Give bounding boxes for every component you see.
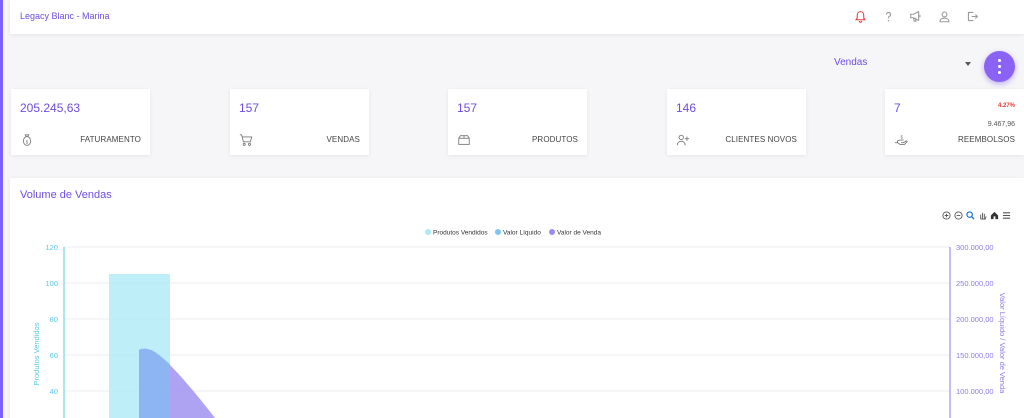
- y-left-tick-label: 100: [45, 279, 58, 288]
- legend-marker: [549, 229, 555, 235]
- refund-icon: $: [894, 133, 908, 147]
- stat-value: 157: [239, 101, 260, 115]
- help-icon[interactable]: [880, 8, 896, 24]
- y-left-tick-label: 60: [50, 351, 58, 360]
- y-right-axis-title: Valor Líquido / Valor de Venda: [998, 293, 1007, 394]
- legend-entry: Valor Líquido: [503, 230, 541, 237]
- top-icons: [852, 8, 980, 24]
- stat-card-faturamento: 205.245,63 $ FATURAMENTO: [11, 89, 150, 155]
- megaphone-icon[interactable]: [908, 8, 924, 24]
- sales-volume-chart: Produtos Vendidos Valor Líquido Valor de V…: [32, 229, 1007, 418]
- y-left-tick-label: 120: [45, 243, 58, 252]
- stat-value: 205.245,63: [20, 101, 81, 115]
- stat-card-produtos: 157 PRODUTOS: [448, 89, 587, 155]
- app-title: Legacy Blanc - Marina: [20, 11, 110, 21]
- stat-label: CLIENTES NOVOS: [725, 135, 797, 144]
- svg-text:$: $: [901, 134, 904, 139]
- y-left-tick-label: 80: [50, 315, 58, 324]
- y-right-tick-label: 300.000,00: [956, 243, 994, 252]
- logout-icon[interactable]: [964, 8, 980, 24]
- sales-volume-panel: Volume de Vendas Produtos Vendidos Valor …: [10, 178, 1024, 418]
- legend-entry: Valor de Venda: [557, 230, 601, 237]
- stat-label: REEMBOLSOS: [957, 135, 1015, 144]
- y-left-tick-label: 40: [50, 387, 58, 396]
- stat-value: 146: [676, 101, 697, 115]
- stat-card-reembolsos: 7 4.27% 9.467,96 $ REEMBOLSOS: [885, 89, 1024, 155]
- y-right-tick-label: 100.000,00: [956, 387, 994, 396]
- y-right-tick-label: 250.000,00: [956, 279, 994, 288]
- legend-marker: [425, 229, 431, 235]
- top-bar: Legacy Blanc - Marina: [10, 0, 1024, 34]
- y-right-tick-label: 150.000,00: [956, 351, 994, 360]
- svg-text:$: $: [26, 140, 29, 145]
- stat-percent-badge: 4.27%: [997, 103, 1015, 109]
- stat-value: 157: [457, 101, 478, 115]
- more-actions-button[interactable]: [984, 51, 1015, 82]
- period-filter-select[interactable]: Vendas: [834, 57, 974, 73]
- stat-label: PRODUTOS: [532, 135, 578, 144]
- y-left-axis-title: Produtos Vendidos: [32, 322, 41, 385]
- stat-value: 7: [894, 101, 901, 115]
- user-plus-icon: [676, 133, 690, 147]
- stat-card-clientes-novos: 146 CLIENTES NOVOS: [667, 89, 806, 155]
- left-accent-bar: [0, 0, 3, 418]
- bell-icon[interactable]: [852, 8, 868, 24]
- y-right-tick-label: 200.000,00: [956, 315, 994, 324]
- stat-card-vendas: 157 VENDAS: [230, 89, 369, 155]
- legend-marker: [495, 229, 501, 235]
- chevron-down-icon: [965, 62, 971, 66]
- money-bag-icon: $: [20, 133, 34, 147]
- cart-icon: [239, 133, 253, 147]
- more-vertical-icon: [998, 59, 1001, 74]
- filter-selected-value: Vendas: [834, 57, 868, 68]
- stat-label: FATURAMENTO: [80, 135, 141, 144]
- legend-entry: Produtos Vendidos: [433, 230, 488, 237]
- stat-label: VENDAS: [326, 135, 360, 144]
- stat-sub-value: 9.467,96: [987, 121, 1015, 128]
- user-icon[interactable]: [936, 8, 952, 24]
- box-icon: [457, 133, 471, 147]
